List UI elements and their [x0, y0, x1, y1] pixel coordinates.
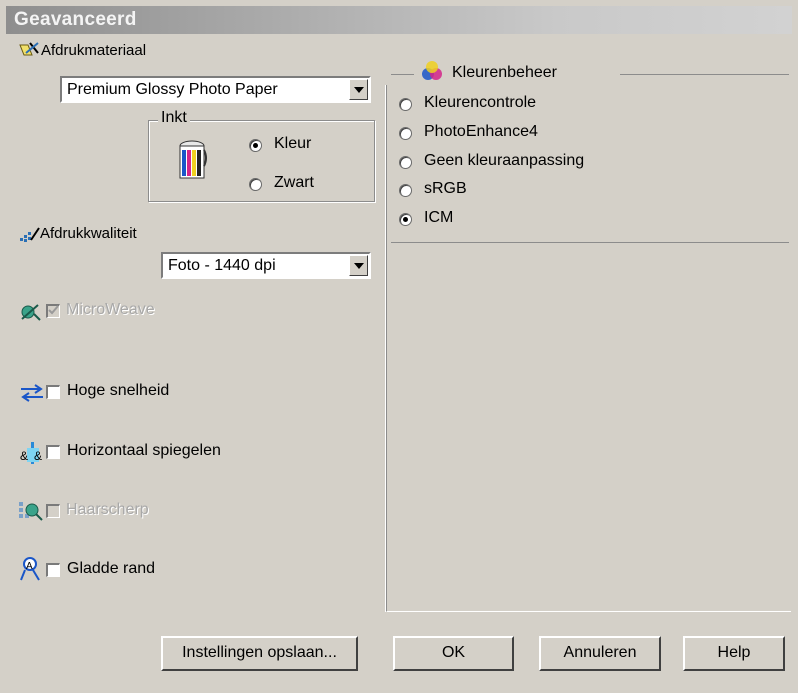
microweave-label: MicroWeave [66, 301, 155, 318]
svg-text:&: & [20, 449, 28, 463]
svg-text:&: & [34, 449, 42, 463]
media-type-value: Premium Glossy Photo Paper [67, 81, 278, 98]
high-speed-icon [19, 384, 45, 407]
color-option-radio[interactable] [399, 213, 412, 226]
media-type-label: Afdrukmateriaal [41, 42, 147, 59]
color-option-label[interactable]: ICM [424, 209, 453, 227]
ink-color-label[interactable]: Kleur [274, 135, 311, 153]
color-option-label[interactable]: Geen kleuraanpassing [424, 152, 584, 170]
quality-select[interactable]: Foto - 1440 dpi [161, 252, 371, 279]
microweave-icon [20, 302, 42, 327]
help-button[interactable]: Help [683, 636, 785, 671]
high-speed-label[interactable]: Hoge snelheid [67, 382, 169, 400]
chevron-down-icon[interactable] [349, 255, 368, 276]
mirror-label[interactable]: Horizontaal spiegelen [67, 442, 221, 460]
high-speed-checkbox[interactable] [46, 385, 60, 399]
color-management-title: Kleurenbeheer [452, 64, 557, 81]
color-option-radio[interactable] [399, 98, 412, 111]
quality-value: Foto - 1440 dpi [168, 257, 276, 274]
paper-icon [18, 41, 40, 64]
mirror-icon: & & [18, 440, 46, 471]
color-option-label[interactable]: sRGB [424, 180, 467, 198]
mirror-checkbox[interactable] [46, 445, 60, 459]
color-option-label[interactable]: PhotoEnhance4 [424, 123, 538, 141]
ink-bucket-icon [177, 138, 209, 189]
color-option-radio[interactable] [399, 127, 412, 140]
cancel-button[interactable]: Annuleren [539, 636, 661, 671]
ink-black-radio[interactable] [249, 178, 262, 191]
quality-icon [19, 226, 41, 249]
color-management-icon [420, 60, 444, 87]
finest-detail-icon [18, 500, 44, 527]
smooth-edge-icon: A [19, 556, 43, 587]
svg-text:A: A [26, 561, 33, 572]
media-type-select[interactable]: Premium Glossy Photo Paper [60, 76, 371, 103]
title-bar: Geavanceerd [6, 6, 792, 34]
smooth-edge-label[interactable]: Gladde rand [67, 560, 155, 578]
ink-black-label[interactable]: Zwart [274, 174, 314, 192]
finest-detail-checkbox[interactable] [46, 504, 60, 518]
ok-button[interactable]: OK [393, 636, 514, 671]
quality-label: Afdrukkwaliteit [40, 225, 137, 242]
ink-group-label: Inkt [158, 109, 190, 127]
chevron-down-icon[interactable] [349, 79, 368, 100]
window-title: Geavanceerd [14, 9, 137, 30]
smooth-edge-checkbox[interactable] [46, 563, 60, 577]
color-option-radio[interactable] [399, 156, 412, 169]
finest-detail-label: Haarscherp [66, 501, 149, 518]
advanced-dialog: Geavanceerd Afdrukmateriaal Premium Glos… [0, 0, 798, 693]
color-option-radio[interactable] [399, 184, 412, 197]
ink-color-radio[interactable] [249, 139, 262, 152]
check-mark-icon [47, 304, 60, 322]
save-settings-button[interactable]: Instellingen opslaan... [161, 636, 358, 671]
color-option-label[interactable]: Kleurencontrole [424, 94, 536, 112]
